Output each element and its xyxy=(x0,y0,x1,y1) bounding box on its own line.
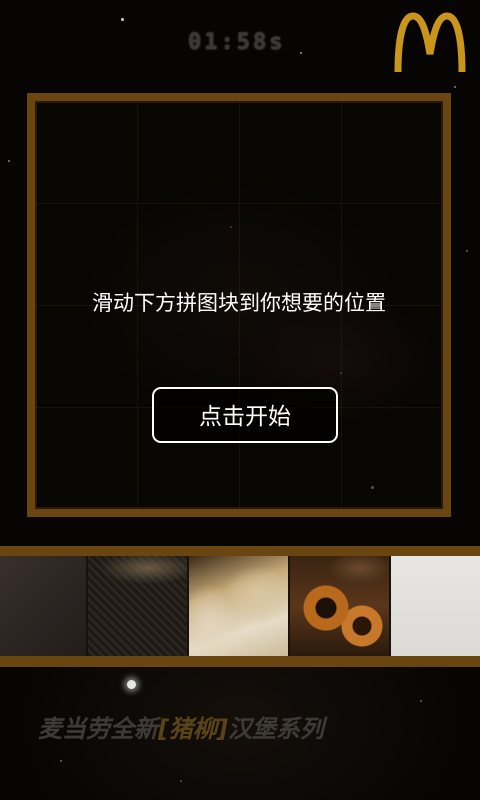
star xyxy=(60,760,62,762)
puzzle-piece-5[interactable] xyxy=(391,556,480,656)
puzzle-piece-3[interactable] xyxy=(189,556,288,656)
game-screen: 01:58s 滑动下方拼图块到你想要的位置 点击开始 麦当劳全新[猪柳]汉堡系列 xyxy=(0,0,480,800)
start-button[interactable]: 点击开始 xyxy=(152,387,338,443)
promo-title: 麦当劳全新[猪柳]汉堡系列 xyxy=(38,709,324,744)
star xyxy=(8,160,10,162)
puzzle-tray-strip xyxy=(0,556,480,656)
puzzle-tray xyxy=(0,546,480,667)
star xyxy=(180,780,182,782)
star xyxy=(300,52,302,54)
puzzle-piece-1[interactable] xyxy=(0,556,86,656)
star xyxy=(454,86,456,88)
puzzle-piece-2[interactable] xyxy=(88,556,187,656)
promo-prefix: 麦当劳全新 xyxy=(38,715,158,743)
puzzle-piece-4[interactable] xyxy=(290,556,389,656)
puzzle-board: 滑动下方拼图块到你想要的位置 点击开始 xyxy=(27,93,451,517)
instruction-text: 滑动下方拼图块到你想要的位置 xyxy=(92,291,386,315)
star xyxy=(127,680,136,689)
promo-highlight: [猪柳] xyxy=(158,715,228,743)
grid-line xyxy=(35,203,443,204)
countdown-timer: 01:58s xyxy=(188,30,286,55)
star xyxy=(466,250,468,252)
star xyxy=(420,700,422,702)
promo-suffix: 汉堡系列 xyxy=(227,715,324,743)
mcdonalds-logo-icon xyxy=(394,12,466,73)
star xyxy=(121,18,124,21)
